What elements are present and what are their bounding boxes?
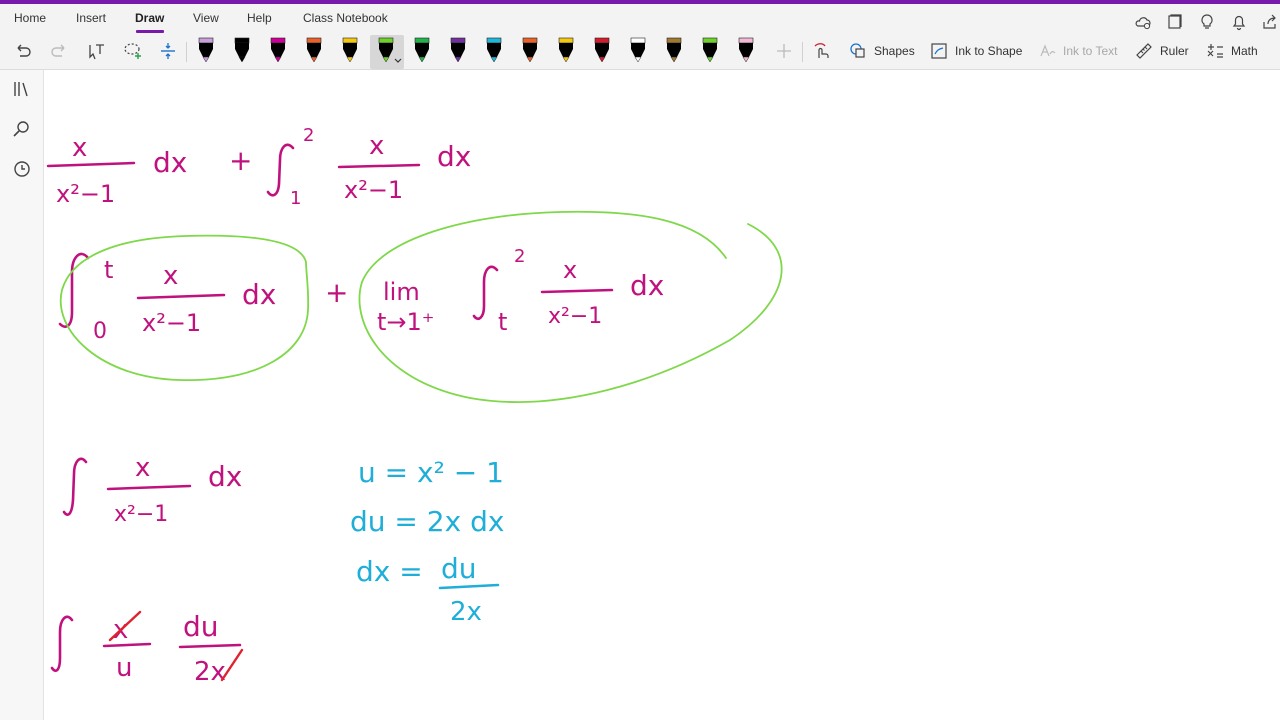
toolbar-separator <box>802 42 803 62</box>
sync-cloud-icon[interactable] <box>1134 13 1152 31</box>
tab-home[interactable]: Home <box>14 11 46 25</box>
toolbar-separator <box>186 42 187 62</box>
pen-3-icon[interactable] <box>270 36 286 64</box>
add-pen-icon[interactable] <box>773 40 795 62</box>
pen-5-icon[interactable] <box>342 36 358 64</box>
pen-9-icon[interactable] <box>486 36 502 64</box>
pen-options-chevron-down-icon[interactable] <box>394 58 402 64</box>
undo-icon[interactable] <box>12 40 34 62</box>
pen-7-icon[interactable] <box>414 36 430 64</box>
pen-4-icon[interactable] <box>306 36 322 64</box>
draw-toolbar: Shapes Ink to Shape Ink to Text Ruler Ma… <box>0 34 1280 70</box>
tab-draw[interactable]: Draw <box>135 11 164 25</box>
shapes-icon[interactable] <box>847 40 869 62</box>
tab-help[interactable]: Help <box>247 11 272 25</box>
ink-to-shape-label[interactable]: Ink to Shape <box>955 44 1022 58</box>
pen-8-icon[interactable] <box>450 36 466 64</box>
type-select-icon[interactable] <box>85 40 107 62</box>
navigation-rail <box>0 70 44 720</box>
ink-to-text-label: Ink to Text <box>1063 44 1118 58</box>
tab-view[interactable]: View <box>193 11 219 25</box>
add-space-icon[interactable] <box>157 40 179 62</box>
ruler-label[interactable]: Ruler <box>1160 44 1189 58</box>
draw-with-touch-icon[interactable] <box>810 40 832 62</box>
pen-14-icon[interactable] <box>666 36 682 64</box>
math-label[interactable]: Math <box>1231 44 1258 58</box>
pen-6-icon[interactable] <box>378 36 394 64</box>
math-icon[interactable] <box>1204 40 1226 62</box>
bell-icon[interactable] <box>1230 13 1248 31</box>
pen-12-icon[interactable] <box>594 36 610 64</box>
redo-icon[interactable] <box>48 40 70 62</box>
notebook-icon[interactable] <box>1166 13 1184 31</box>
tab-class-notebook[interactable]: Class Notebook <box>303 11 388 25</box>
search-icon[interactable] <box>11 118 33 140</box>
ruler-icon[interactable] <box>1133 40 1155 62</box>
pen-16-icon[interactable] <box>738 36 754 64</box>
lightbulb-icon[interactable] <box>1198 13 1216 31</box>
note-canvas[interactable] <box>44 70 1280 720</box>
pen-2-icon[interactable] <box>234 36 250 64</box>
ribbon-menu-bar: Home Insert Draw View Help Class Noteboo… <box>0 4 1280 34</box>
recent-notes-icon[interactable] <box>11 158 33 180</box>
shapes-label[interactable]: Shapes <box>874 44 915 58</box>
share-icon[interactable] <box>1261 13 1279 31</box>
notebooks-icon[interactable] <box>11 78 33 100</box>
pen-15-icon[interactable] <box>702 36 718 64</box>
active-tab-indicator <box>136 30 164 33</box>
pen-1-icon[interactable] <box>198 36 214 64</box>
ink-to-shape-icon[interactable] <box>928 40 950 62</box>
ink-to-text-icon <box>1040 44 1056 57</box>
tab-insert[interactable]: Insert <box>76 11 106 25</box>
pen-13-icon[interactable] <box>630 36 646 64</box>
pen-10-icon[interactable] <box>522 36 538 64</box>
pen-11-icon[interactable] <box>558 36 574 64</box>
lasso-select-icon[interactable] <box>121 40 143 62</box>
